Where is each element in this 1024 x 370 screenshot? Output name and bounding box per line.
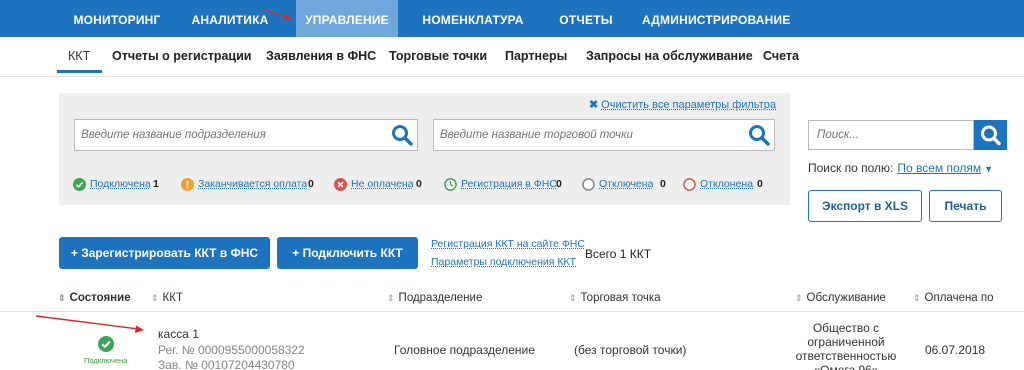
search-by-label: Поиск по полю: <box>808 161 894 175</box>
sort-icon: ⇕ <box>913 293 921 303</box>
clear-filters-label: Очистить все параметры фильтра <box>601 99 776 111</box>
warning-circle-icon <box>181 178 194 191</box>
empty-circle-icon <box>683 178 696 191</box>
tab-service-requests[interactable]: Запросы на обслуживание <box>586 49 753 63</box>
outlet-search-input[interactable] <box>440 120 740 150</box>
close-icon: ✖ <box>588 99 599 111</box>
global-search-input[interactable] <box>817 121 967 149</box>
search-icon <box>981 125 1001 146</box>
connect-kkt-button[interactable]: + Подключить ККТ <box>277 237 418 269</box>
tab-kkt[interactable]: ККТ <box>68 49 90 63</box>
status-count: 0 <box>660 178 666 190</box>
register-kkt-button[interactable]: + Зарегистрировать ККТ в ФНС <box>59 237 270 269</box>
status-label: Заканчивается оплата <box>198 178 308 190</box>
help-links: Регистрация ККТ на сайте ФНС Параметры п… <box>431 238 585 268</box>
division-search-input[interactable] <box>81 120 381 150</box>
status-count: 0 <box>416 178 422 190</box>
top-nav: МОНИТОРИНГ АНАЛИТИКА УПРАВЛЕНИЕ НОМЕНКЛА… <box>0 0 1024 37</box>
sort-icon: ⇕ <box>58 293 66 303</box>
check-circle-icon <box>73 178 86 191</box>
sort-icon: ⇕ <box>151 293 159 303</box>
clock-icon <box>444 178 457 191</box>
print-button[interactable]: Печать <box>929 190 1002 222</box>
filter-panel: ✖Очистить все параметры фильтра Подключе… <box>59 93 790 205</box>
column-label: Подразделение <box>398 292 483 304</box>
column-outlet[interactable]: ⇕ Торговая точка <box>569 292 661 304</box>
row-paid-until: 06.07.2018 <box>925 343 986 357</box>
column-label: Состояние <box>69 292 131 304</box>
nav-management[interactable]: УПРАВЛЕНИЕ <box>296 0 398 37</box>
column-label: ККТ <box>162 292 183 304</box>
sub-nav: ККТ Отчеты о регистрации Заявления в ФНС… <box>0 37 1024 77</box>
status-label: Регистрация в ФНС <box>461 178 557 190</box>
tab-invoices[interactable]: Счета <box>763 49 799 63</box>
sort-icon: ⇕ <box>387 293 395 303</box>
connection-params-link[interactable]: Параметры подключения ККТ <box>431 256 585 268</box>
search-icon[interactable] <box>389 122 415 148</box>
sort-icon: ⇕ <box>569 293 577 303</box>
kkt-name[interactable]: касса 1 <box>158 327 199 341</box>
sort-icon: ⇕ <box>795 293 803 303</box>
check-circle-icon <box>98 336 114 352</box>
column-label: Торговая точка <box>580 292 661 304</box>
column-status[interactable]: ⇕ Состояние <box>58 292 131 304</box>
status-count: 0 <box>556 178 562 190</box>
search-icon[interactable] <box>746 122 772 148</box>
status-count: 0 <box>308 178 314 190</box>
kkt-serial-number: Зав. № 00107204430780 <box>158 358 295 370</box>
nav-monitoring[interactable]: МОНИТОРИНГ <box>62 0 172 37</box>
kkt-reg-number: Рег. № 0000955000058322 <box>158 343 305 357</box>
clear-filters-link[interactable]: ✖ Очистить все параметры фильтра <box>589 98 776 111</box>
nav-reports[interactable]: ОТЧЕТЫ <box>552 0 620 37</box>
row-outlet: (без торговой точки) <box>574 343 687 357</box>
status-label: Подключена <box>90 178 151 190</box>
tab-partners[interactable]: Партнеры <box>505 49 567 63</box>
global-search-box <box>808 120 974 150</box>
row-status-label: Подключена <box>84 356 128 365</box>
annotation-arrow-row <box>35 315 144 333</box>
row-service: Общество с ограниченной ответственностью… <box>795 321 897 370</box>
total-count: Всего 1 ККТ <box>585 247 652 261</box>
status-label: Отключена <box>599 178 654 190</box>
column-service[interactable]: ⇕ Обслуживание <box>795 292 886 304</box>
tab-registration-reports[interactable]: Отчеты о регистрации <box>112 49 251 63</box>
table-header: ⇕ Состояние ⇕ ККТ ⇕ Подразделение ⇕ Торговая… <box>0 285 1024 312</box>
row-division: Головное подразделение <box>394 343 535 357</box>
nav-nomenclature[interactable]: НОМЕНКЛАТУРА <box>418 0 528 37</box>
chevron-down-icon[interactable]: ▼ <box>984 164 993 174</box>
division-search-box <box>74 119 418 151</box>
column-division[interactable]: ⇕ Подразделение <box>387 292 482 304</box>
tab-fns-applications[interactable]: Заявления в ФНС <box>266 49 376 63</box>
nav-administration[interactable]: АДМИНИСТРИРОВАНИЕ <box>642 0 790 37</box>
status-count: 0 <box>757 178 763 190</box>
column-label: Обслуживание <box>806 292 886 304</box>
column-paid-until[interactable]: ⇕ Оплачена по <box>913 292 994 304</box>
fns-registration-link[interactable]: Регистрация ККТ на сайте ФНС <box>431 238 585 250</box>
column-label: Оплачена по <box>924 292 994 304</box>
global-search-button[interactable] <box>974 120 1007 150</box>
export-xls-button[interactable]: Экспорт в XLS <box>808 190 922 222</box>
status-label: Не оплачена <box>351 178 414 190</box>
search-by-field: Поиск по полю: По всем полям ▼ <box>808 161 993 175</box>
status-label: Отклонена <box>700 178 754 190</box>
empty-circle-icon <box>582 178 595 191</box>
column-kkt[interactable]: ⇕ ККТ <box>151 292 183 304</box>
search-by-select[interactable]: По всем полям <box>897 161 981 175</box>
tab-outlets[interactable]: Торговые точки <box>389 49 487 63</box>
outlet-search-box <box>433 119 775 151</box>
active-tab-underline <box>57 70 102 73</box>
status-count: 1 <box>153 178 159 190</box>
x-circle-icon <box>334 178 347 191</box>
nav-analytics[interactable]: АНАЛИТИКА <box>182 0 278 37</box>
